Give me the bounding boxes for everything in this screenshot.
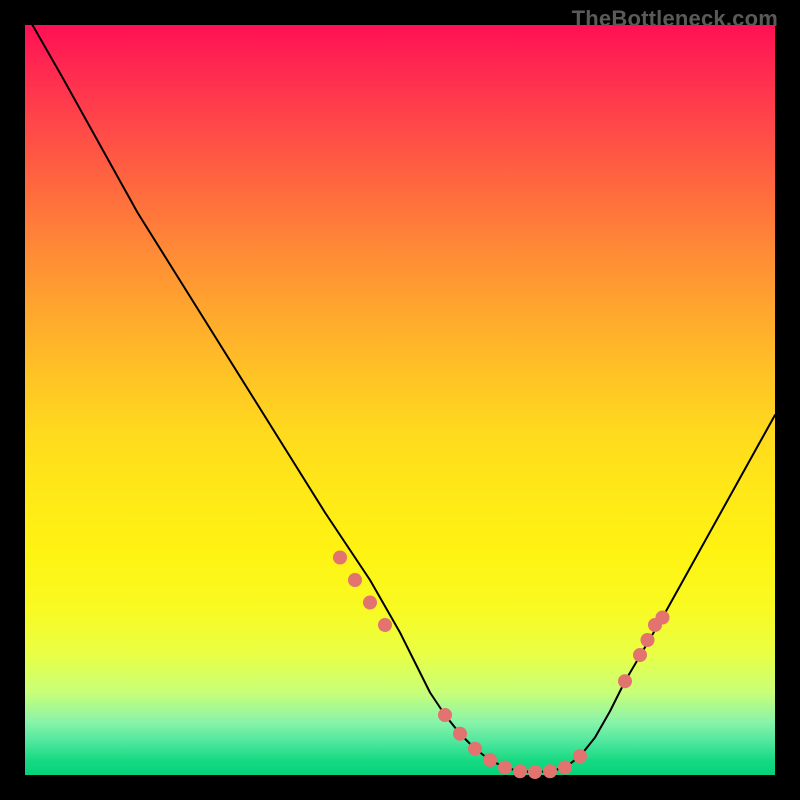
- bottleneck-curve: [33, 25, 776, 772]
- curve-marker: [641, 633, 655, 647]
- chart-plot-area: [25, 25, 775, 775]
- curve-marker: [483, 753, 497, 767]
- curve-marker: [513, 764, 527, 778]
- curve-marker: [543, 764, 557, 778]
- curve-marker: [438, 708, 452, 722]
- curve-marker: [468, 742, 482, 756]
- watermark-text: TheBottleneck.com: [572, 6, 778, 32]
- curve-marker: [453, 727, 467, 741]
- curve-marker: [618, 674, 632, 688]
- curve-marker: [363, 596, 377, 610]
- chart-stage: TheBottleneck.com: [0, 0, 800, 800]
- curve-marker: [558, 761, 572, 775]
- curve-marker: [333, 551, 347, 565]
- curve-markers: [333, 551, 670, 780]
- curve-marker: [348, 573, 362, 587]
- curve-marker: [633, 648, 647, 662]
- curve-marker: [378, 618, 392, 632]
- curve-marker: [573, 749, 587, 763]
- curve-marker: [656, 611, 670, 625]
- curve-svg: [25, 25, 775, 775]
- curve-marker: [528, 765, 542, 779]
- curve-marker: [498, 761, 512, 775]
